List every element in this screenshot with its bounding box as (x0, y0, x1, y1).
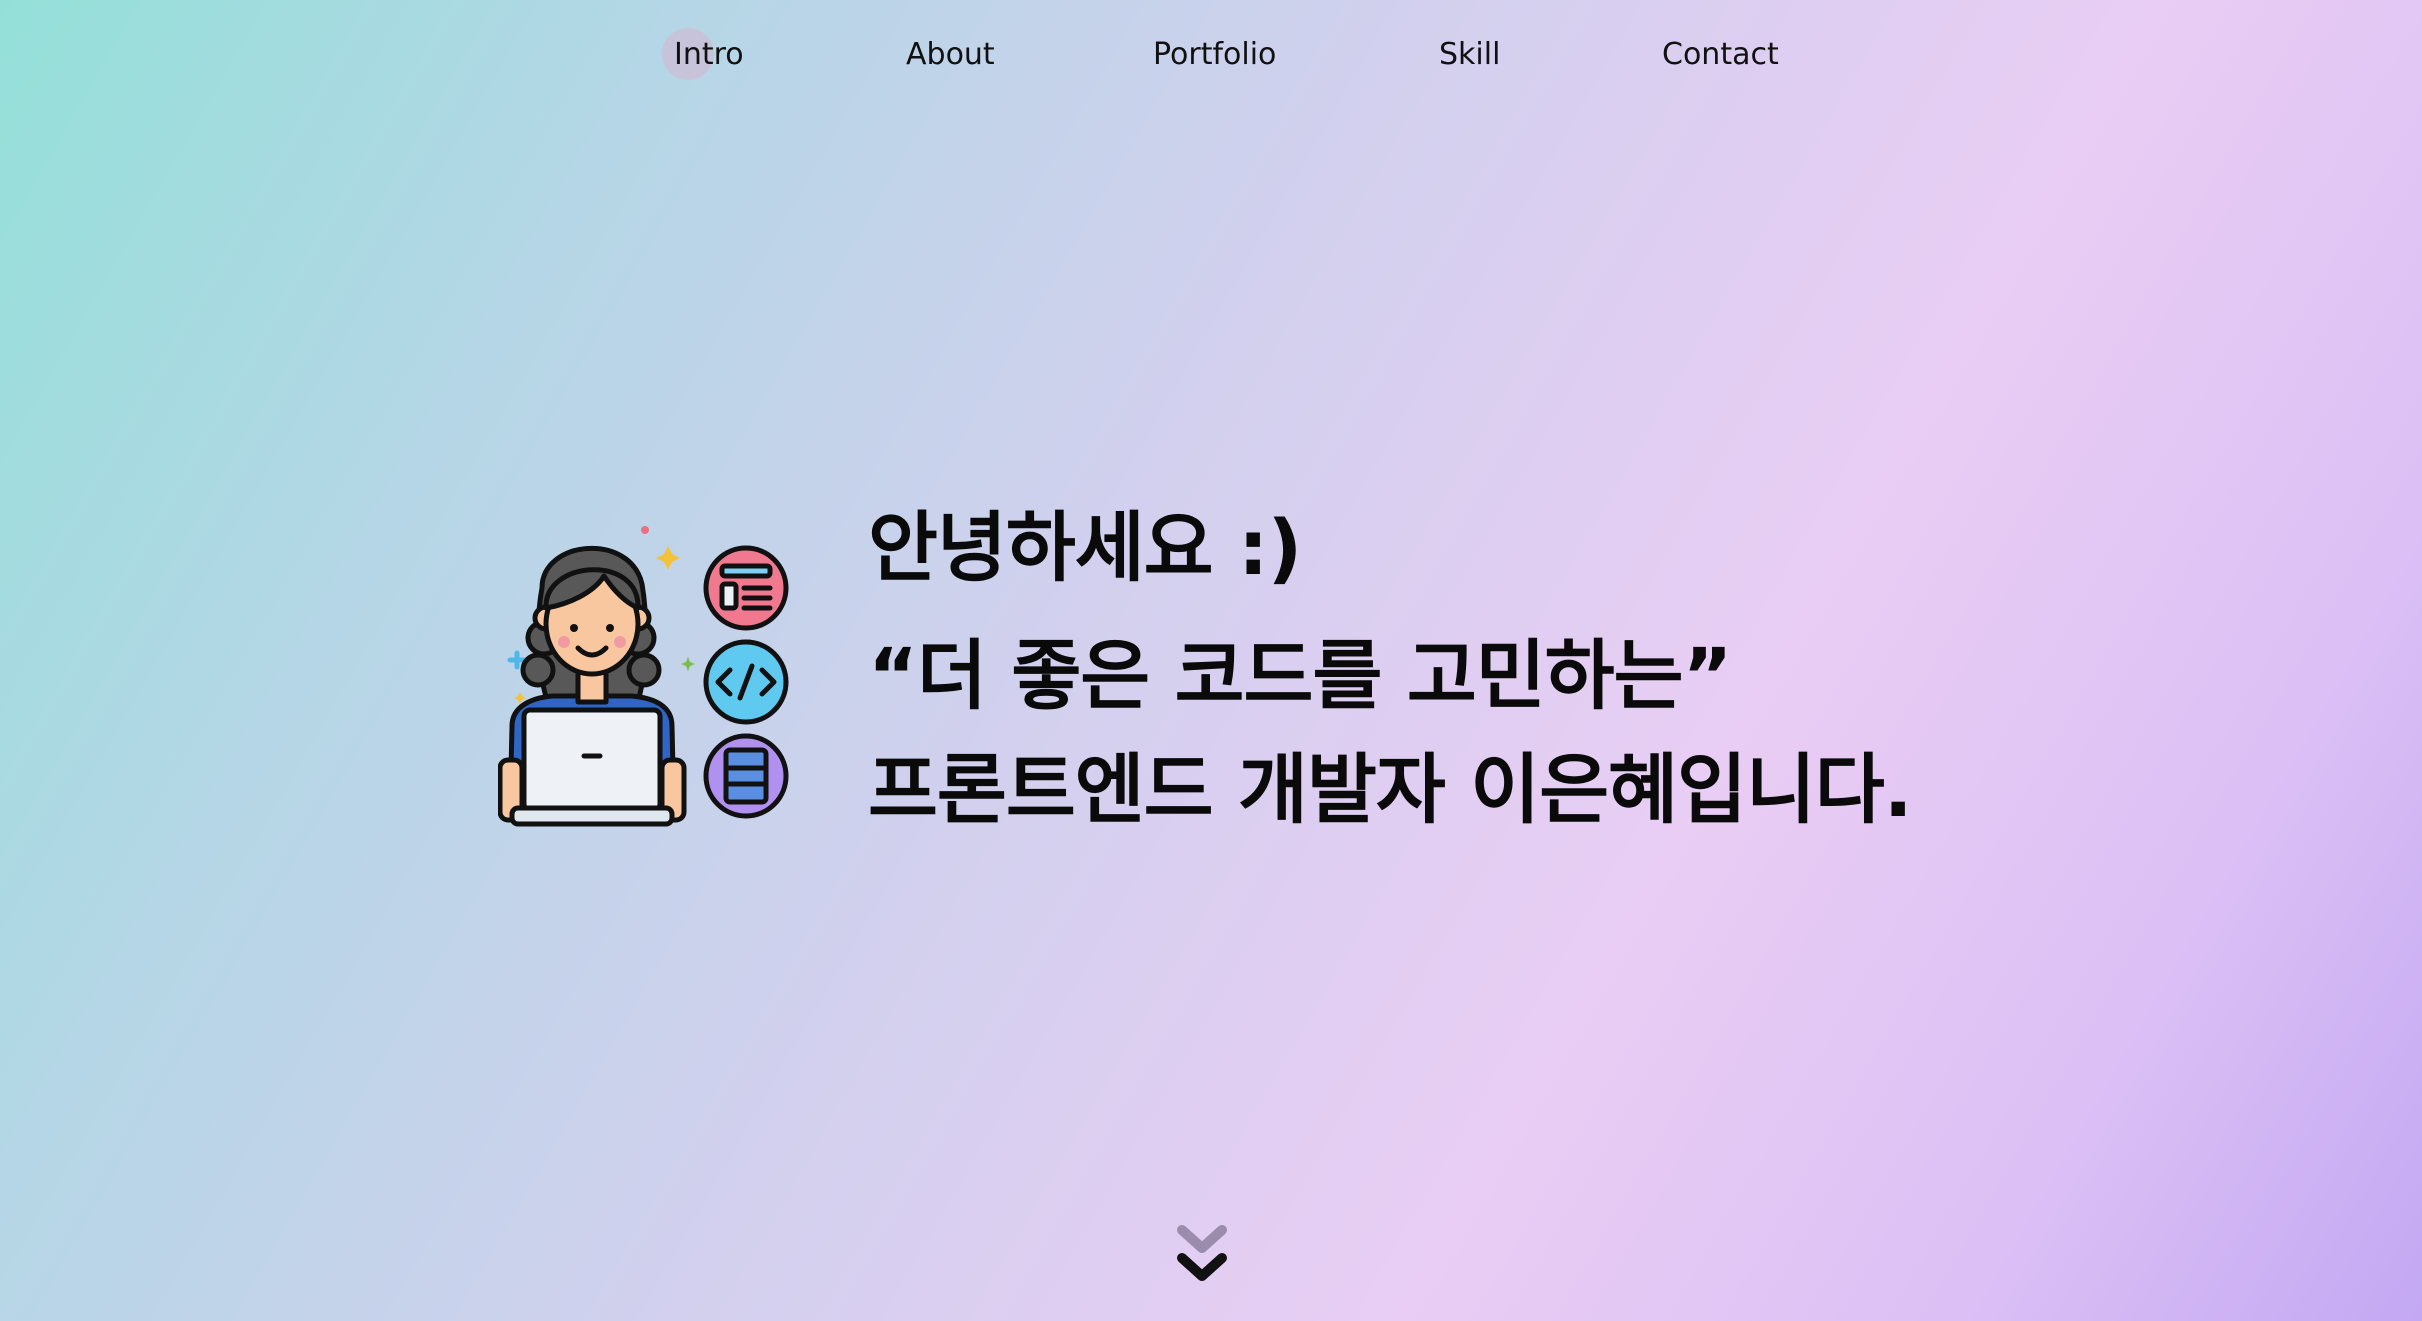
nav-item-label: Skill (1439, 36, 1501, 72)
greeting-text: 안녕하세요 :) (868, 503, 1302, 592)
nav-item-intro[interactable]: Intro (662, 22, 744, 86)
tagline-text: “더 좋은 코드를 고민하는” (868, 631, 1732, 720)
developer-illustration (497, 520, 798, 830)
chevron-double-down-icon (1177, 1225, 1227, 1281)
nav-item-label: Contact (1662, 36, 1779, 72)
intro-text: 프론트엔드 개발자 이은혜입니다. (868, 745, 1913, 834)
main-nav: Intro About Portfolio Skill Contact (0, 22, 2422, 86)
nav-item-label: Intro (674, 36, 744, 72)
nav-item-contact[interactable]: Contact (1662, 22, 1779, 86)
nav-item-label: Portfolio (1153, 36, 1277, 72)
developer-woman-icon (497, 546, 687, 827)
nav-item-portfolio[interactable]: Portfolio (1153, 22, 1276, 86)
scroll-down-button[interactable] (1174, 1222, 1230, 1288)
database-icon (703, 733, 789, 819)
layout-icon (703, 545, 789, 631)
nav-item-skill[interactable]: Skill (1439, 22, 1500, 86)
nav-item-label: About (906, 36, 995, 72)
nav-item-about[interactable]: About (906, 22, 995, 86)
code-icon (703, 639, 789, 725)
